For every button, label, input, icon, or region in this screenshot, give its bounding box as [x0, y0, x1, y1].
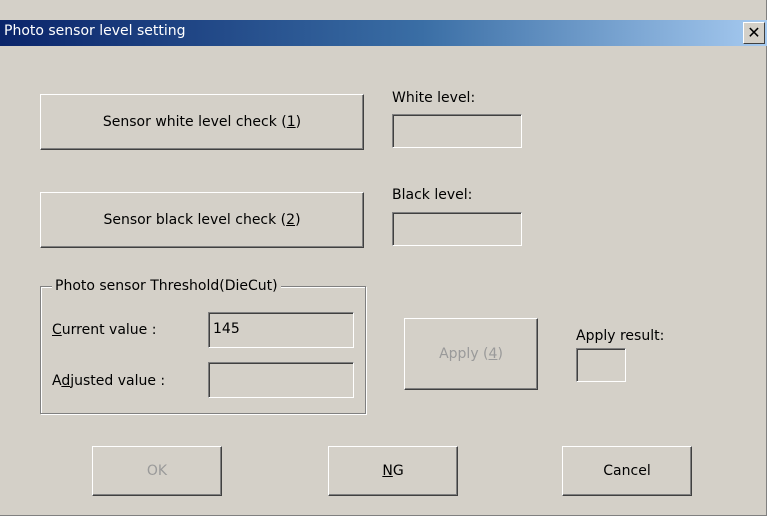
ng-button[interactable]: NG: [328, 446, 458, 496]
adjusted-value-label: Adjusted value :: [52, 373, 166, 389]
title-bar[interactable]: Photo sensor level setting ✕: [0, 20, 767, 46]
ng-button-label: NG: [382, 463, 404, 479]
close-button[interactable]: ✕: [743, 22, 765, 44]
close-icon: ✕: [747, 23, 761, 42]
apply-result-label: Apply result:: [576, 328, 665, 344]
cancel-button[interactable]: Cancel: [562, 446, 692, 496]
black-level-field[interactable]: [392, 212, 522, 246]
sensor-black-check-button[interactable]: Sensor black level check (2): [40, 192, 364, 248]
threshold-group-title: Photo sensor Threshold(DieCut): [52, 278, 281, 294]
apply-button[interactable]: Apply (4): [404, 318, 538, 390]
window-title: Photo sensor level setting: [4, 23, 186, 39]
adjusted-value-field[interactable]: [208, 362, 354, 398]
sensor-black-check-label: Sensor black level check (2): [103, 212, 301, 228]
white-level-label: White level:: [392, 90, 476, 106]
current-value-field[interactable]: 145: [208, 312, 354, 348]
sensor-white-check-button[interactable]: Sensor white level check (1): [40, 94, 364, 150]
apply-button-label: Apply (4): [439, 346, 503, 362]
white-level-field[interactable]: [392, 114, 522, 148]
sensor-white-check-label: Sensor white level check (1): [102, 114, 302, 130]
dialog-window: Photo sensor level setting ✕ Sensor whit…: [0, 0, 767, 516]
ok-button[interactable]: OK: [92, 446, 222, 496]
black-level-label: Black level:: [392, 187, 473, 203]
apply-result-field[interactable]: [576, 348, 626, 382]
current-value-label: Current value :: [52, 322, 157, 338]
